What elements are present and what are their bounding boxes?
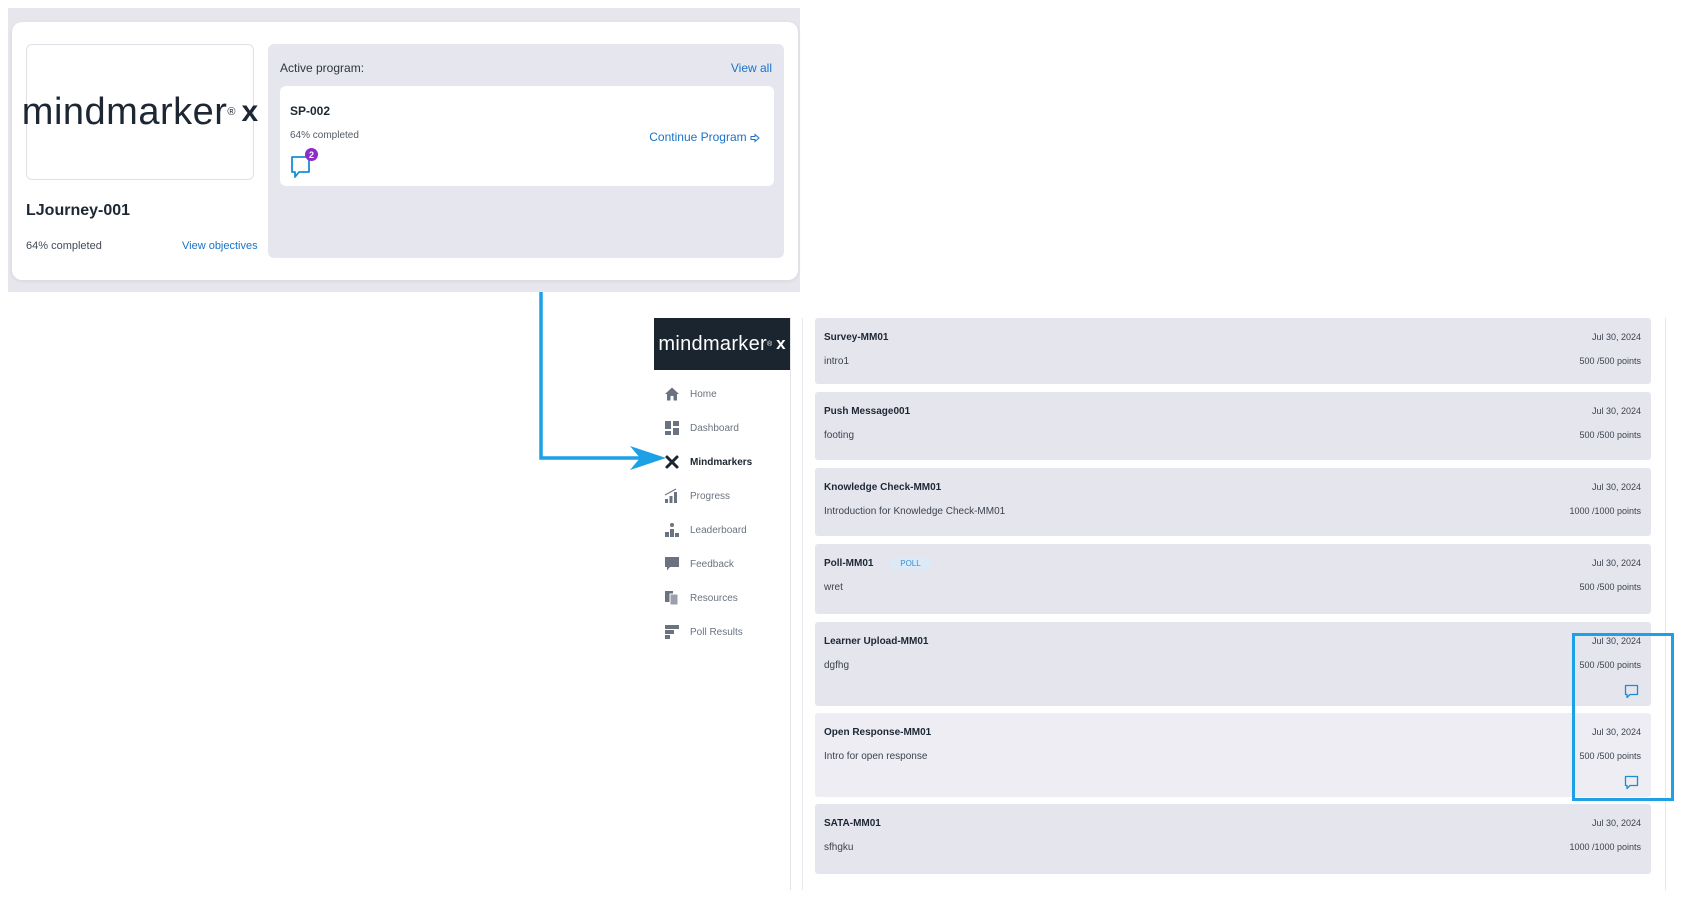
view-objectives-link[interactable]: View objectives: [182, 240, 258, 252]
mindmarker-points: 500 /500 points: [1579, 582, 1641, 592]
continue-program-link[interactable]: Continue Program: [649, 130, 760, 144]
nav-item-leaderboard[interactable]: Leaderboard: [664, 518, 784, 542]
mindmarker-date: Jul 30, 2024: [1591, 558, 1641, 568]
nav-label-home: Home: [690, 388, 717, 400]
mindmarker-points: 500 /500 points: [1579, 751, 1641, 761]
mindmarker-title: Survey-MM01: [824, 332, 889, 343]
mindmarker-card[interactable]: Survey-MM01 intro1 Jul 30, 2024 500 /500…: [815, 318, 1651, 384]
mindmarker-card[interactable]: SATA-MM01 sfhgku Jul 30, 2024 1000 /1000…: [815, 804, 1651, 874]
mindmarker-card[interactable]: Push Message001 footing Jul 30, 2024 500…: [815, 392, 1651, 460]
logo-x-mark: x: [241, 95, 259, 128]
mindmarker-title: Knowledge Check-MM01: [824, 482, 942, 493]
program-name: SP-002: [290, 104, 331, 118]
nav-label-mindmarkers: Mindmarkers: [690, 456, 753, 468]
resources-icon: [665, 591, 679, 606]
poll-results-icon: [665, 625, 679, 639]
nav-label-dashboard: Dashboard: [690, 422, 739, 434]
sidebar-logo[interactable]: mindmarker ® x: [654, 318, 790, 370]
mindmarker-title-row: Poll-MM01 POLL: [824, 558, 931, 569]
nav-label-feedback: Feedback: [690, 558, 734, 570]
x-icon: [665, 455, 679, 469]
mindmarker-card[interactable]: Learner Upload-MM01 dgfhg Jul 30, 2024 5…: [815, 622, 1651, 706]
mindmarker-card[interactable]: Poll-MM01 POLL wret Jul 30, 2024 500 /50…: [815, 544, 1651, 614]
arrow-right-icon: [750, 133, 760, 143]
nav-item-resources[interactable]: Resources: [664, 586, 784, 610]
mindmarker-title: Open Response-MM01: [824, 727, 932, 738]
mindmarker-points: 1000 /1000 points: [1569, 842, 1641, 852]
logo-wordmark: mindmarker: [21, 90, 228, 133]
mindmarker-points: 500 /500 points: [1579, 430, 1641, 440]
comment-count-badge: 2: [305, 148, 318, 161]
mindmarker-date: Jul 30, 2024: [1591, 636, 1641, 646]
mindmarker-points: 500 /500 points: [1579, 356, 1641, 366]
sidebar: mindmarker ® x Home Dashboard Mindmarker…: [654, 318, 791, 890]
mindmarker-date: Jul 30, 2024: [1591, 727, 1641, 737]
mindmarker-description: footing: [824, 430, 855, 441]
nav-item-poll-results[interactable]: Poll Results: [664, 620, 784, 644]
nav-item-home[interactable]: Home: [664, 382, 784, 406]
sidebar-logo-registered-mark: ®: [766, 340, 773, 348]
leaderboard-icon: [665, 523, 679, 537]
active-program-label: Active program:: [280, 61, 365, 75]
mindmarker-title: SATA-MM01: [824, 818, 881, 829]
mindmarker-title: Push Message001: [824, 406, 911, 417]
journey-logo: mindmarker ® x: [22, 44, 258, 180]
nav-label-leaderboard: Leaderboard: [690, 524, 747, 536]
mindmarker-date: Jul 30, 2024: [1591, 406, 1641, 416]
mindmarker-date: Jul 30, 2024: [1591, 818, 1641, 828]
feedback-icon: [665, 557, 679, 571]
chat-icon[interactable]: [1624, 684, 1639, 699]
program-comments-button[interactable]: 2: [290, 148, 318, 184]
mindmarker-title: Learner Upload-MM01: [824, 636, 929, 647]
sidebar-logo-x-mark: x: [776, 334, 786, 353]
chat-icon[interactable]: [1624, 775, 1639, 790]
journey-title: LJourney-001: [26, 202, 131, 219]
mindmarker-description: Intro for open response: [824, 751, 928, 762]
home-icon: [665, 387, 679, 401]
nav-item-mindmarkers[interactable]: Mindmarkers: [664, 450, 784, 474]
mindmarker-card[interactable]: Knowledge Check-MM01 Introduction for Kn…: [815, 468, 1651, 536]
poll-badge: POLL: [890, 558, 931, 569]
program-card[interactable]: SP-002 64% completed Continue Program 2: [280, 86, 774, 186]
nav-label-resources: Resources: [690, 592, 738, 604]
journey-card: mindmarker ® x LJourney-001 64% complete…: [12, 22, 798, 280]
nav-item-progress[interactable]: Progress: [664, 484, 784, 508]
mindmarker-description: Introduction for Knowledge Check-MM01: [824, 506, 1006, 517]
sidebar-logo-wordmark: mindmarker: [658, 332, 767, 355]
mindmarker-description: intro1: [824, 356, 850, 367]
progress-icon: [664, 488, 677, 503]
nav-item-dashboard[interactable]: Dashboard: [664, 416, 784, 440]
mindmarker-points: 500 /500 points: [1579, 660, 1641, 670]
mindmarker-description: wret: [824, 582, 843, 593]
mindmarkers-app: mindmarker ® x Home Dashboard Mindmarker…: [654, 318, 1668, 890]
program-progress: 64% completed: [290, 130, 359, 141]
dashboard-icon: [665, 421, 679, 435]
continue-program-label: Continue Program: [649, 130, 747, 144]
mindmarker-description: sfhgku: [824, 842, 854, 853]
mindmarker-title: Poll-MM01: [824, 558, 874, 569]
nav-label-poll-results: Poll Results: [690, 626, 743, 638]
view-all-link[interactable]: View all: [731, 61, 772, 75]
journey-progress: 64% completed: [26, 240, 102, 252]
nav-label-progress: Progress: [690, 490, 731, 502]
mindmarker-list: Survey-MM01 intro1 Jul 30, 2024 500 /500…: [802, 318, 1666, 890]
mindmarker-date: Jul 30, 2024: [1591, 332, 1641, 342]
active-program-panel: Active program: View all SP-002 64% comp…: [268, 44, 784, 258]
mindmarker-description: dgfhg: [824, 660, 850, 671]
mindmarker-card[interactable]: Open Response-MM01 Intro for open respon…: [815, 713, 1651, 797]
logo-registered-mark: ®: [227, 106, 236, 118]
mindmarker-date: Jul 30, 2024: [1591, 482, 1641, 492]
nav-item-feedback[interactable]: Feedback: [664, 552, 784, 576]
mindmarker-points: 1000 /1000 points: [1569, 506, 1641, 516]
